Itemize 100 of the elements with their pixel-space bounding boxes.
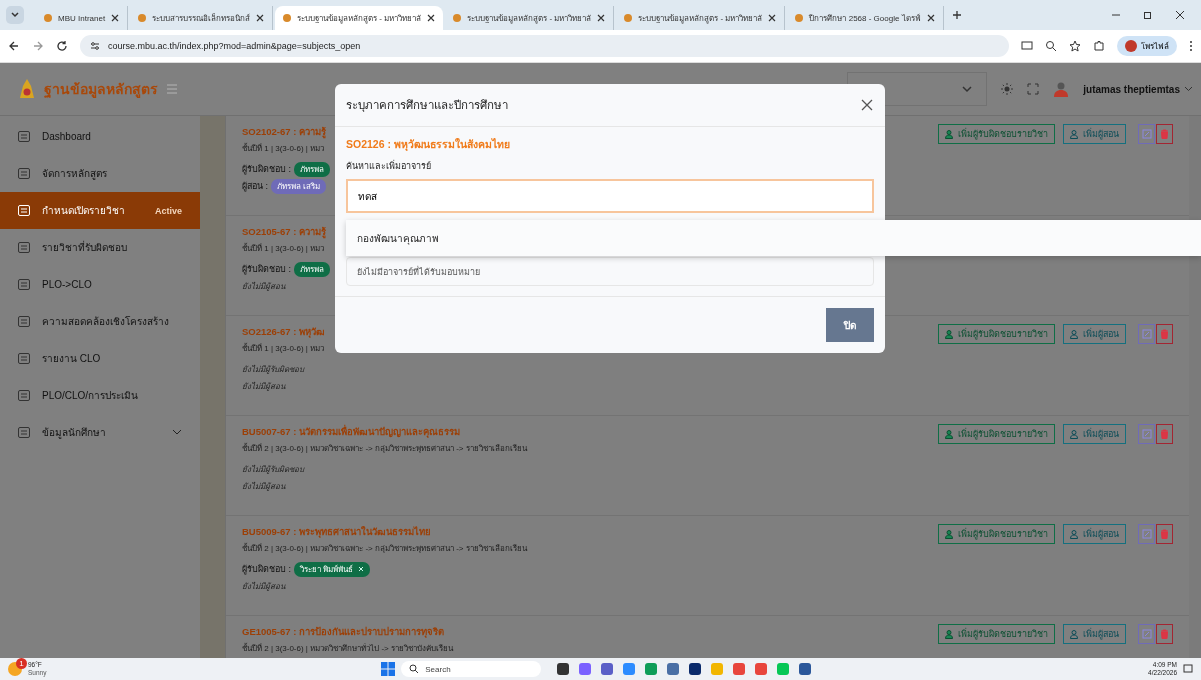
site-icon (624, 14, 633, 22)
sidebar-item[interactable]: รายงาน CLO (0, 340, 200, 377)
empty-note: ยังไม่มีผู้สอน (242, 280, 285, 293)
add-teacher-button[interactable]: เพิ่มผู้สอน (1063, 324, 1126, 344)
remove-icon[interactable] (358, 566, 365, 572)
add-teacher-button[interactable]: เพิ่มผู้สอน (1063, 524, 1126, 544)
app-icon[interactable] (799, 663, 812, 675)
close-icon[interactable] (427, 14, 436, 22)
address-field[interactable]: course.mbu.ac.th/index.php?mod=admin&page=subjects_open (80, 35, 1009, 57)
edit-icon (1141, 129, 1152, 139)
close-button[interactable]: ปิด (826, 308, 874, 342)
forward-icon[interactable] (32, 40, 44, 52)
course-title: SO2102-67 : ความรู้ (242, 125, 327, 139)
install-icon[interactable] (1021, 40, 1033, 52)
edit-icon (1141, 329, 1152, 339)
reload-icon[interactable] (56, 40, 68, 52)
extensions-icon[interactable] (1093, 40, 1105, 52)
browser-tab[interactable]: ระบบฐานข้อมูลหลักสูตร - มหาวิทยาลั (275, 6, 444, 30)
user-plus-icon (1070, 629, 1079, 639)
weather-icon[interactable] (8, 662, 22, 676)
app-icon[interactable] (557, 663, 570, 675)
trash-icon (1160, 629, 1169, 639)
restore-icon[interactable] (1143, 10, 1153, 20)
course-title: SO2105-67 : ความรู้ (242, 225, 327, 239)
avatar-icon (1053, 81, 1070, 97)
course-info: ชั้นปีที่ 1 | 3(3-0-6) | หมว (242, 142, 325, 155)
close-icon[interactable] (861, 99, 873, 111)
list-icon (18, 131, 30, 142)
chevron-down-icon[interactable] (1184, 86, 1193, 92)
course-title: BU5007-67 : นวัตกรรมเพื่อพัฒนาปัญญาและคุณธรรม (242, 424, 461, 439)
add-teacher-button[interactable]: เพิ่มผู้สอน (1063, 424, 1126, 444)
notification-icon[interactable] (1183, 664, 1193, 674)
user-menu[interactable]: jutamas theptiemtas (1083, 83, 1180, 95)
site-settings-icon[interactable] (90, 41, 100, 51)
search-icon (409, 664, 420, 674)
app-icon[interactable] (689, 663, 702, 675)
modal-title: ระบุภาคการศึกษาและปีการศึกษา (346, 98, 508, 114)
course-title: SO2126-67 : พหุวัฒ (242, 325, 326, 339)
close-icon[interactable] (256, 14, 265, 22)
suggestion-item[interactable]: กองพัฒนาคุณภาพ (346, 220, 1201, 256)
list-icon (18, 316, 30, 327)
close-icon[interactable] (597, 14, 606, 22)
empty-note: ยังไม่มีผู้สอน (242, 480, 285, 493)
list-icon (18, 242, 30, 253)
role-label: ผู้รับผิดชอบ : (242, 163, 291, 176)
profile-button[interactable]: โพรไฟล์ (1117, 36, 1177, 56)
user-plus-icon (945, 629, 954, 639)
sidebar-item[interactable]: รายวิชาที่รับผิดชอบ (0, 229, 200, 266)
course-info: ชั้นปีที่ 2 | 3(3-0-6) | หมวดวิชาเฉพาะ -> กลุ่มวิชาพระพุทธศาสนา -> รายวิชาเลือกเรียน (242, 442, 527, 455)
edit-icon (1141, 429, 1152, 439)
sidebar-item[interactable]: ข้อมูลนักศึกษา (0, 414, 200, 451)
person-tag: วิระยา พิมพ์พันธ์ (294, 561, 371, 577)
sidebar-item[interactable]: PLO/CLO/การประเมิน (0, 377, 200, 414)
tab-list-icon[interactable] (6, 6, 24, 24)
site-icon (795, 14, 804, 22)
user-plus-icon (945, 329, 954, 339)
sidebar-item[interactable]: ความสอดคล้องเชิงโครงสร้าง (0, 303, 200, 340)
sidebar-item[interactable]: กำหนดเปิดรายวิชา Active (0, 192, 200, 229)
app-title: ฐานข้อมูลหลักสูตร (44, 80, 158, 100)
search-field[interactable]: Search (401, 661, 542, 677)
list-icon (18, 279, 30, 290)
more-icon[interactable] (1189, 40, 1193, 52)
close-icon[interactable] (1175, 10, 1185, 20)
list-icon (18, 427, 30, 438)
course-info: ชั้นปีที่ 2 | 3(3-0-6) | หมวดวิชาศึกษาทั่วไป -> รายวิชาบังคับเรียน (242, 642, 453, 655)
add-owner-button[interactable]: เพิ่มผู้รับผิดชอบรายวิชา (938, 424, 1055, 444)
trash-icon (1160, 329, 1169, 339)
search-field[interactable]: ทดส (346, 179, 874, 213)
list-icon (18, 205, 30, 216)
add-owner-button[interactable]: เพิ่มผู้รับผิดชอบรายวิชา (938, 624, 1055, 644)
add-teacher-button[interactable]: เพิ่มผู้สอน (1063, 624, 1126, 644)
role-label: ผู้รับผิดชอบ : (242, 263, 291, 276)
role-label: ผู้สอน : (242, 180, 268, 193)
back-icon[interactable] (8, 40, 20, 52)
sidebar-item[interactable]: จัดการหลักสูตร (0, 155, 200, 192)
close-icon[interactable] (926, 14, 935, 22)
role-label: ผู้รับผิดชอบ : (242, 563, 291, 576)
new-tab-icon[interactable] (951, 10, 962, 20)
course-info: ชั้นปีที่ 1 | 3(3-0-6) | หมว (242, 242, 325, 255)
add-teacher-button[interactable]: เพิ่มผู้สอน (1063, 124, 1126, 144)
sidebar-item[interactable]: Dashboard (0, 118, 200, 155)
sun-icon[interactable] (1001, 83, 1014, 95)
add-owner-button[interactable]: เพิ่มผู้รับผิดชอบรายวิชา (938, 124, 1055, 144)
zoom-icon[interactable] (1045, 40, 1057, 52)
course-info: ชั้นปีที่ 1 | 3(3-0-6) | หมว (242, 342, 325, 355)
trash-icon (1160, 129, 1169, 139)
close-icon[interactable] (768, 14, 777, 22)
subject-title: SO2126 : พหุวัฒนธรรมในสังคมไทย (346, 137, 511, 153)
empty-note: ยังไม่มีอาจารย์ที่ได้รับมอบหมาย (357, 265, 480, 279)
star-icon[interactable] (1069, 40, 1081, 52)
list-icon (18, 353, 30, 364)
add-owner-button[interactable]: เพิ่มผู้รับผิดชอบรายวิชา (938, 324, 1055, 344)
close-icon[interactable] (111, 14, 120, 22)
sidebar-item[interactable]: PLO->CLO (0, 266, 200, 303)
fullscreen-icon[interactable] (1027, 83, 1040, 95)
user-plus-icon (1070, 429, 1079, 439)
start-icon[interactable] (381, 662, 396, 676)
add-owner-button[interactable]: เพิ่มผู้รับผิดชอบรายวิชา (938, 524, 1055, 544)
site-icon (283, 14, 292, 22)
course-info: ชั้นปีที่ 2 | 3(3-0-6) | หมวดวิชาเฉพาะ -> กลุ่มวิชาพระพุทธศาสนา -> รายวิชาเลือกเรียน (242, 542, 527, 555)
